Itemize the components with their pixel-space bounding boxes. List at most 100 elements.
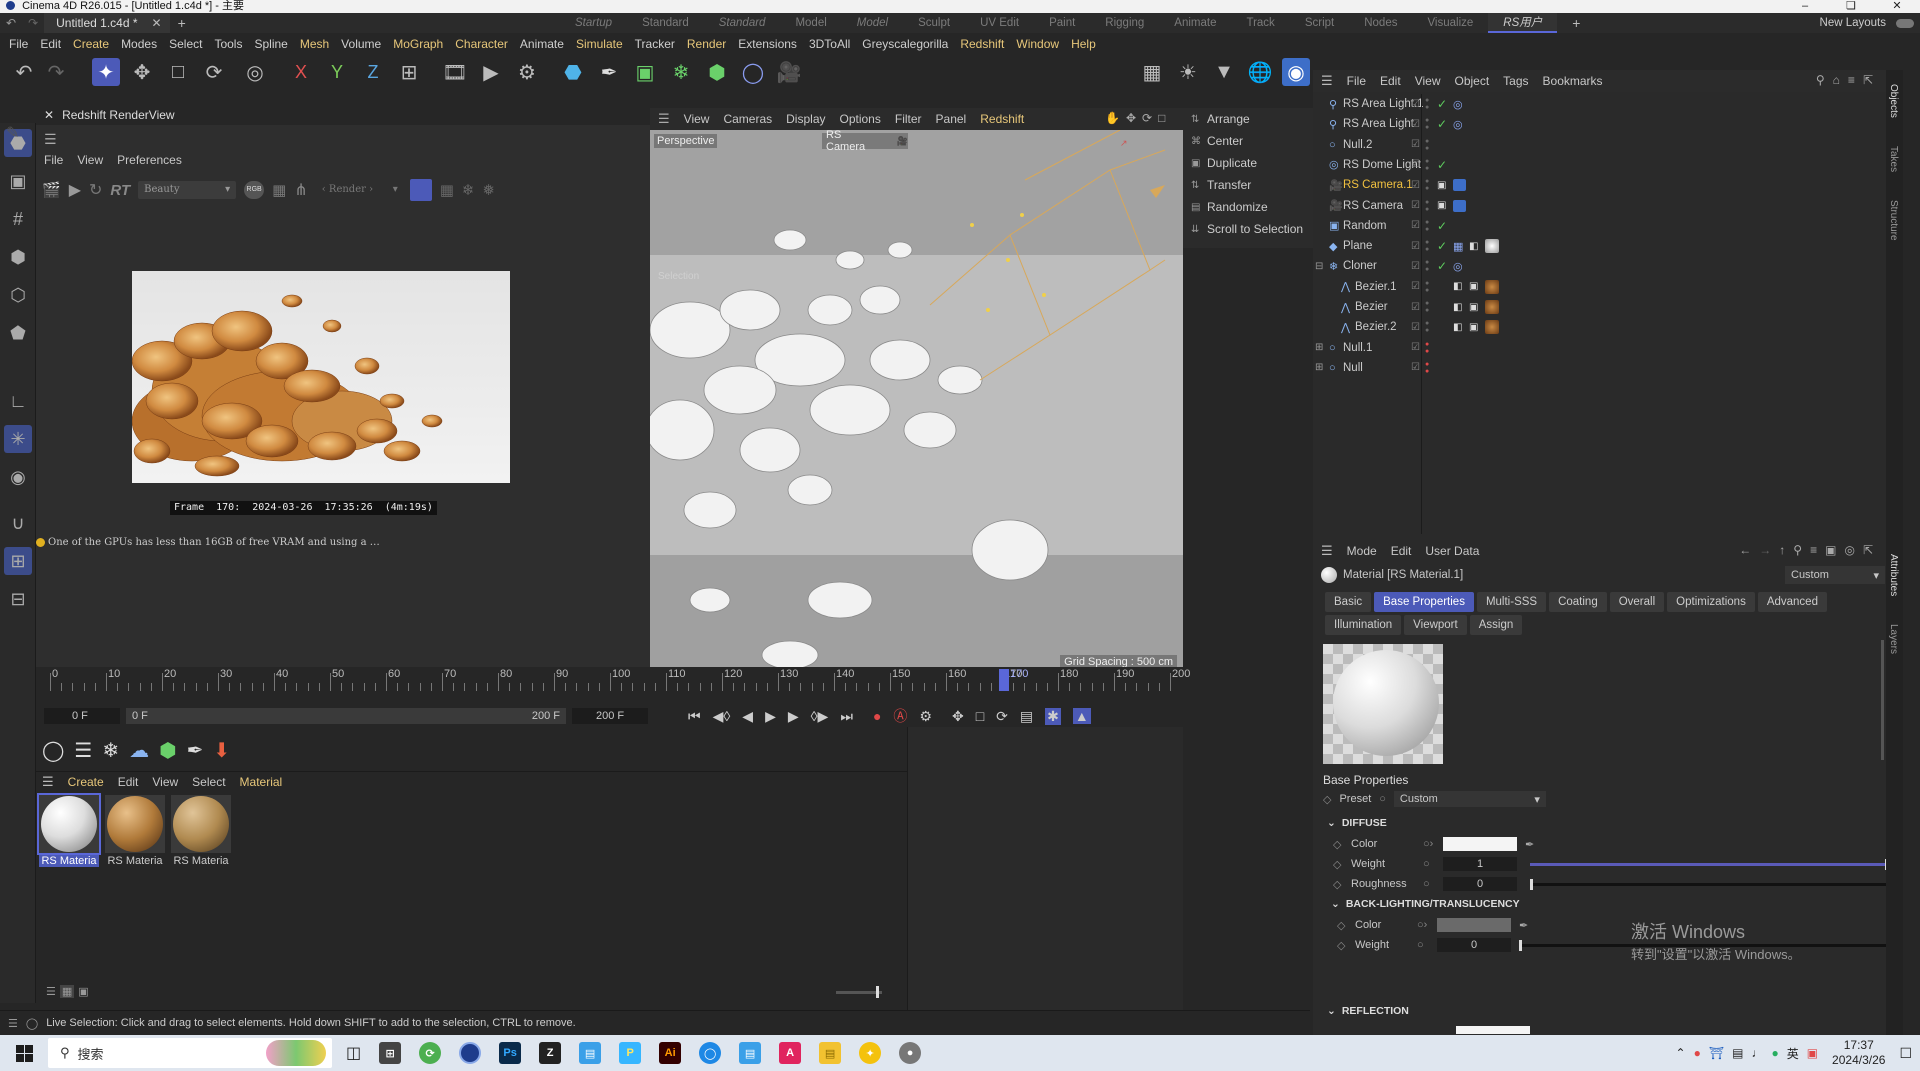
target-tag-icon[interactable]: ◎ (1453, 118, 1463, 131)
timeline-ruler[interactable]: 0 10 20 30 40 50 60 70 80 90 100 110 120 130 140 150 160… (50, 667, 1190, 693)
menu-edit[interactable]: Edit (34, 33, 67, 55)
viewport-menu-cameras[interactable]: Cameras (723, 112, 772, 126)
visibility-dots[interactable]: ● ● (1425, 341, 1429, 355)
keyframe-diamond-icon[interactable]: ◇ (1333, 878, 1351, 891)
eyedropper-icon[interactable]: ✒ (1519, 919, 1528, 932)
layer-check-icon[interactable]: ☑ (1411, 322, 1420, 333)
reflection-color-swatch[interactable] (1456, 1026, 1530, 1034)
mat-menu-create[interactable]: Create (68, 775, 104, 789)
goto-end-icon[interactable]: ⏭ (840, 708, 853, 725)
layer-check-icon[interactable]: ☑ (1411, 261, 1420, 272)
rgb-icon[interactable]: RGB (244, 181, 265, 199)
document-tab[interactable]: Untitled 1.c4d * ✕ (44, 13, 170, 33)
task-view-icon[interactable]: ◫ (346, 1043, 361, 1063)
phong-tag-icon[interactable]: ▣ (1469, 322, 1478, 333)
viewport-menu-options[interactable]: Options (840, 112, 881, 126)
render-view-icon[interactable]: ▶ (477, 58, 505, 86)
menu-3dtoall[interactable]: 3DToAll (803, 33, 856, 55)
keyframe-diamond-icon[interactable]: ◇ (1333, 838, 1351, 851)
layout-tab[interactable]: Nodes (1349, 13, 1412, 33)
toggle-icon[interactable] (1896, 18, 1914, 28)
tiles-icon[interactable]: ▦ (440, 181, 454, 199)
material-tag-icon[interactable] (1485, 279, 1499, 294)
redo-nav-icon[interactable]: ↷ (22, 16, 44, 30)
scale-key-icon[interactable]: □ (976, 708, 984, 724)
object-row[interactable]: 🎥 RS Camera ☑ ● ● ▣ (1313, 196, 1883, 216)
visibility-dots[interactable]: ● ● (1425, 219, 1429, 233)
menu-file[interactable]: File (3, 33, 34, 55)
visibility-dots[interactable]: ● ● (1425, 158, 1429, 172)
menu-spline[interactable]: Spline (248, 33, 293, 55)
coordinate-system-icon[interactable]: ⊞ (395, 58, 423, 86)
blue-circle-app-icon[interactable]: ◯ (699, 1042, 722, 1064)
floor-icon[interactable]: ☰ (74, 738, 92, 763)
forward-arrow-icon[interactable]: → (1759, 543, 1771, 557)
layout-tab[interactable]: Model (780, 13, 841, 33)
menu-animate[interactable]: Animate (514, 33, 570, 55)
x-axis-lock[interactable]: X (287, 58, 315, 86)
render-region-icon[interactable]: 🎞 (441, 58, 469, 86)
layer-check-icon[interactable]: ☑ (1411, 119, 1420, 130)
cloner-icon[interactable]: ❄ (667, 58, 695, 86)
param-key-icon[interactable]: ▤ (1020, 708, 1033, 725)
layer-check-icon[interactable]: ☑ (1411, 99, 1420, 110)
polygons-mode-icon[interactable]: ⬟ (4, 319, 32, 347)
undo-icon[interactable]: ↶ (10, 58, 38, 86)
play-render-icon[interactable]: ▶ (69, 180, 81, 200)
maximize-button[interactable]: ❏ (1828, 0, 1874, 13)
attr-tab-advanced[interactable]: Advanced (1757, 592, 1827, 612)
backlight-weight-field[interactable]: 0 (1437, 938, 1511, 952)
redo-icon[interactable]: ↷ (42, 58, 70, 86)
status-menu-icon[interactable]: ☰ (8, 1017, 18, 1030)
add-tab-icon[interactable]: + (170, 15, 194, 31)
layout-tab[interactable]: Startup (560, 13, 627, 33)
menu-greyscalegorilla[interactable]: Greyscalegorilla (856, 33, 954, 55)
pan-icon[interactable]: ✋ (1105, 111, 1120, 125)
recent-tools-icon[interactable]: ◎ (241, 58, 269, 86)
side-tab-objects[interactable]: Objects (1886, 70, 1901, 132)
menu-mograph[interactable]: MoGraph (387, 33, 449, 55)
subdivision-icon[interactable]: ▣ (631, 58, 659, 86)
thumbnail-size-slider[interactable] (836, 986, 882, 998)
maximize-view-icon[interactable]: □ (1158, 111, 1165, 125)
object-row[interactable]: ⚲ RS Area Light ☑ ● ● ✓ ◎ (1313, 114, 1883, 134)
expand-toggle-icon[interactable]: ⊞ (1315, 362, 1323, 373)
layout-tab[interactable]: Visualize (1412, 13, 1488, 33)
extrude-icon[interactable]: ⬢ (703, 58, 731, 86)
diffuse-color-swatch[interactable] (1443, 837, 1517, 851)
clapper-icon[interactable]: 🎬 (42, 181, 61, 199)
enabled-check-icon[interactable]: ✓ (1437, 219, 1447, 233)
animate-dot-icon[interactable]: ○ (1423, 878, 1439, 890)
layout-tab[interactable]: Rigging (1090, 13, 1159, 33)
mesh-mode-icon[interactable]: ▣ (4, 167, 32, 195)
layer-check-icon[interactable]: ☑ (1411, 159, 1420, 170)
backlight-header[interactable]: ⌄ BACK-LIGHTING/TRANSLUCENCY (1331, 896, 1520, 912)
animate-dot-icon[interactable]: ○› (1417, 919, 1433, 931)
command-arrange[interactable]: ⇅ Arrange (1183, 108, 1313, 130)
attr-menu-user-data[interactable]: User Data (1425, 544, 1479, 558)
3d-viewport[interactable]: Perspective RS Camera 🎥 Selection ↗ Grid… (650, 130, 1183, 673)
ime-indicator[interactable]: 英 (1787, 1045, 1799, 1062)
expand-icon[interactable]: ⇱ (1863, 73, 1873, 87)
zbrush-icon[interactable]: Z (539, 1042, 562, 1064)
phong-tag-icon[interactable]: ▣ (1469, 302, 1478, 313)
animate-dot-icon[interactable]: ○ (1379, 793, 1386, 805)
notes-app-icon[interactable]: ▤ (579, 1042, 602, 1064)
menu-simulate[interactable]: Simulate (570, 33, 629, 55)
file-explorer-icon[interactable]: ▤ (819, 1042, 842, 1064)
snow2-icon[interactable]: ❅ (483, 181, 496, 199)
layout-tab[interactable]: Track (1231, 13, 1289, 33)
magnet-icon[interactable]: ∪ (4, 509, 32, 537)
visibility-dots[interactable]: ● ● (1425, 239, 1429, 253)
next-frame-icon[interactable]: ▶ (788, 708, 799, 725)
layer-check-icon[interactable]: ☑ (1411, 362, 1420, 373)
material-item[interactable]: RS Materia (170, 795, 232, 867)
attr-tab-assign[interactable]: Assign (1469, 615, 1523, 635)
object-row[interactable]: ⋀ Bezier ☑ ● ● ◧ ▣ (1313, 297, 1883, 317)
obj-menu-object[interactable]: Object (1454, 74, 1489, 88)
attr-tab-base-properties[interactable]: Base Properties (1374, 592, 1474, 612)
bookmark-icon[interactable]: ▼ (1210, 58, 1238, 86)
material-item[interactable]: RS Materia (104, 795, 166, 867)
cloud-icon[interactable]: ☁ (129, 738, 149, 763)
attr-tab-viewport[interactable]: Viewport (1404, 615, 1467, 635)
